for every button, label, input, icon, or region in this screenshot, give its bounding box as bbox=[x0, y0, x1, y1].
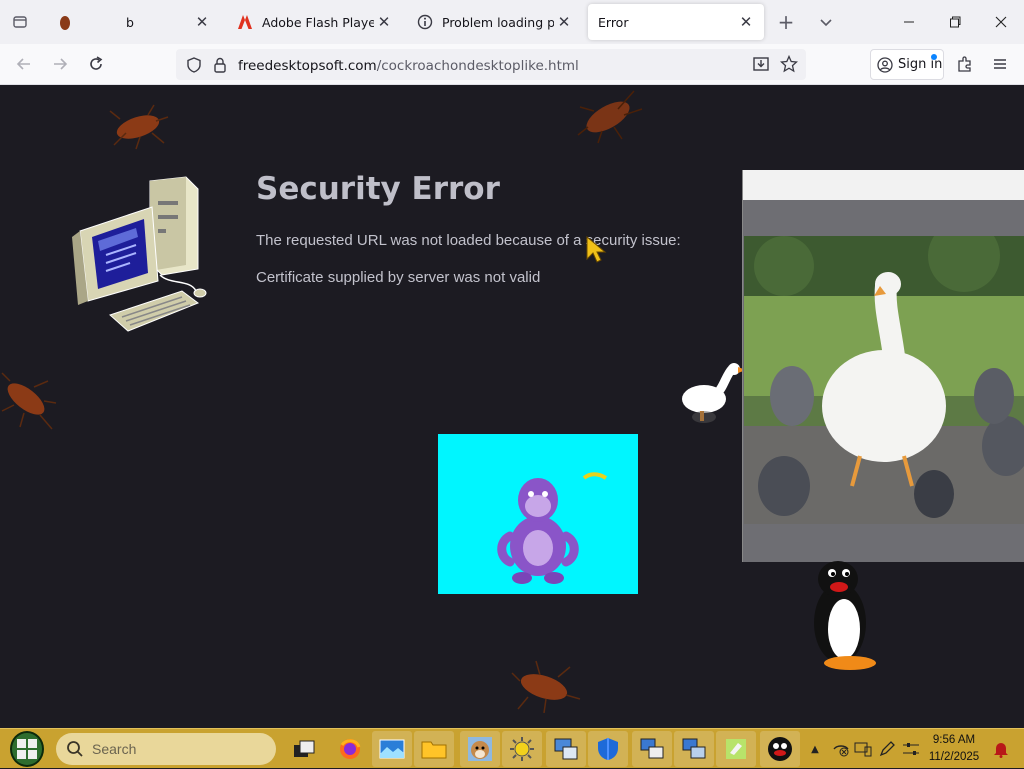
close-tab-icon[interactable]: ✕ bbox=[554, 12, 574, 32]
notification-dot bbox=[931, 54, 937, 60]
pingu-icon bbox=[814, 561, 876, 670]
error-page: Security Error The requested URL was not… bbox=[0, 85, 1024, 728]
start-button[interactable] bbox=[10, 731, 44, 767]
adobe-icon bbox=[236, 13, 254, 31]
search-icon bbox=[67, 741, 83, 757]
minimize-icon[interactable] bbox=[886, 0, 932, 44]
cockroach-icon bbox=[511, 660, 581, 713]
url-host: freedesktopsoft.com bbox=[238, 58, 377, 74]
close-tab-icon[interactable]: ✕ bbox=[374, 12, 394, 32]
photos-icon[interactable] bbox=[372, 731, 412, 767]
cockroach-favicon bbox=[56, 13, 74, 31]
close-window-icon[interactable] bbox=[978, 0, 1024, 44]
firefox-icon[interactable] bbox=[330, 731, 370, 767]
notification-bell-icon[interactable] bbox=[990, 729, 1012, 769]
bonzi-buddy-window[interactable] bbox=[438, 434, 638, 594]
error-message: The requested URL was not loaded because… bbox=[256, 232, 681, 249]
goose-icon bbox=[682, 363, 746, 423]
error-detail: Certificate supplied by server was not v… bbox=[256, 269, 541, 286]
cockroach-icon bbox=[1, 372, 57, 430]
tab-title: Problem loading page bbox=[442, 14, 554, 30]
restore-icon[interactable] bbox=[932, 0, 978, 44]
taskbar: Search ▲ 9:56 AM 11/2/2025 bbox=[0, 728, 1024, 768]
tab-title: Adobe Flash Player End bbox=[262, 14, 374, 30]
page-title: Security Error bbox=[256, 171, 500, 207]
new-tab-icon[interactable]: + bbox=[772, 8, 800, 36]
forward-icon[interactable] bbox=[46, 50, 74, 78]
tracking-protection-icon[interactable] bbox=[184, 56, 204, 73]
monitor-icon[interactable] bbox=[674, 731, 714, 767]
tab-cockroach[interactable]: b ✕ bbox=[46, 4, 220, 40]
reload-icon[interactable] bbox=[82, 50, 110, 78]
video-popup-titlebar[interactable] bbox=[743, 170, 1024, 200]
bookmark-star-icon[interactable] bbox=[779, 54, 799, 77]
tab-adobe[interactable]: Adobe Flash Player End ✕ bbox=[226, 4, 402, 40]
file-explorer-icon[interactable] bbox=[414, 731, 454, 767]
display-icon[interactable] bbox=[852, 729, 874, 769]
close-tab-icon[interactable]: ✕ bbox=[736, 12, 756, 32]
tab-list-icon[interactable] bbox=[0, 0, 40, 44]
close-tab-icon[interactable]: ✕ bbox=[192, 12, 212, 32]
clock[interactable]: 9:56 AM 11/2/2025 bbox=[918, 732, 990, 766]
defender-icon[interactable] bbox=[588, 731, 628, 767]
video-popup[interactable] bbox=[742, 170, 1024, 562]
menu-icon[interactable] bbox=[986, 50, 1014, 78]
url-path: /cockroachondesktoplike.html bbox=[376, 58, 579, 74]
download-icon[interactable] bbox=[752, 55, 770, 77]
banana-icon bbox=[582, 472, 608, 480]
pingu-icon[interactable] bbox=[760, 731, 800, 767]
chevron-down-icon[interactable] bbox=[812, 8, 840, 36]
windows-logo-icon bbox=[17, 739, 37, 759]
search-placeholder: Search bbox=[92, 741, 137, 757]
control-panel-icon[interactable] bbox=[546, 731, 586, 767]
sign-in-button[interactable]: Sign in bbox=[870, 49, 944, 80]
tab-problem-loading[interactable]: Problem loading page ✕ bbox=[406, 4, 582, 40]
tab-strip: b ✕ Adobe Flash Player End ✕ Problem loa… bbox=[0, 0, 1024, 44]
pen-icon[interactable] bbox=[876, 729, 898, 769]
computer-icon bbox=[72, 176, 207, 332]
clock-date: 11/2/2025 bbox=[928, 751, 980, 763]
clock-time: 9:56 AM bbox=[932, 734, 976, 746]
tab-title: b bbox=[126, 14, 134, 30]
dog-icon[interactable] bbox=[460, 731, 500, 767]
chevron-up-icon[interactable]: ▲ bbox=[808, 729, 822, 769]
notepad-icon[interactable] bbox=[716, 731, 756, 767]
network-icon[interactable] bbox=[632, 731, 672, 767]
bonzi-buddy-icon bbox=[497, 478, 579, 584]
lock-icon[interactable] bbox=[212, 57, 228, 73]
taskbar-search[interactable]: Search bbox=[56, 733, 276, 765]
info-icon bbox=[416, 13, 434, 31]
back-icon[interactable] bbox=[10, 50, 38, 78]
extensions-icon[interactable] bbox=[951, 50, 979, 78]
tab-error[interactable]: Error ✕ bbox=[588, 4, 764, 40]
task-view-icon[interactable] bbox=[284, 731, 324, 767]
account-icon bbox=[877, 56, 893, 73]
cockroach-icon bbox=[577, 90, 643, 144]
url-bar[interactable]: freedesktopsoft.com/cockroachondesktopli… bbox=[176, 49, 806, 80]
goose-video-frame bbox=[744, 236, 1024, 524]
network-disconnected-icon[interactable] bbox=[830, 729, 852, 769]
cursor-icon bbox=[586, 235, 607, 263]
tab-title: Error bbox=[598, 14, 629, 30]
cockroach-icon bbox=[109, 104, 169, 150]
navigation-bar: freedesktopsoft.com/cockroachondesktopli… bbox=[0, 44, 1024, 85]
sun-icon[interactable] bbox=[502, 731, 542, 767]
